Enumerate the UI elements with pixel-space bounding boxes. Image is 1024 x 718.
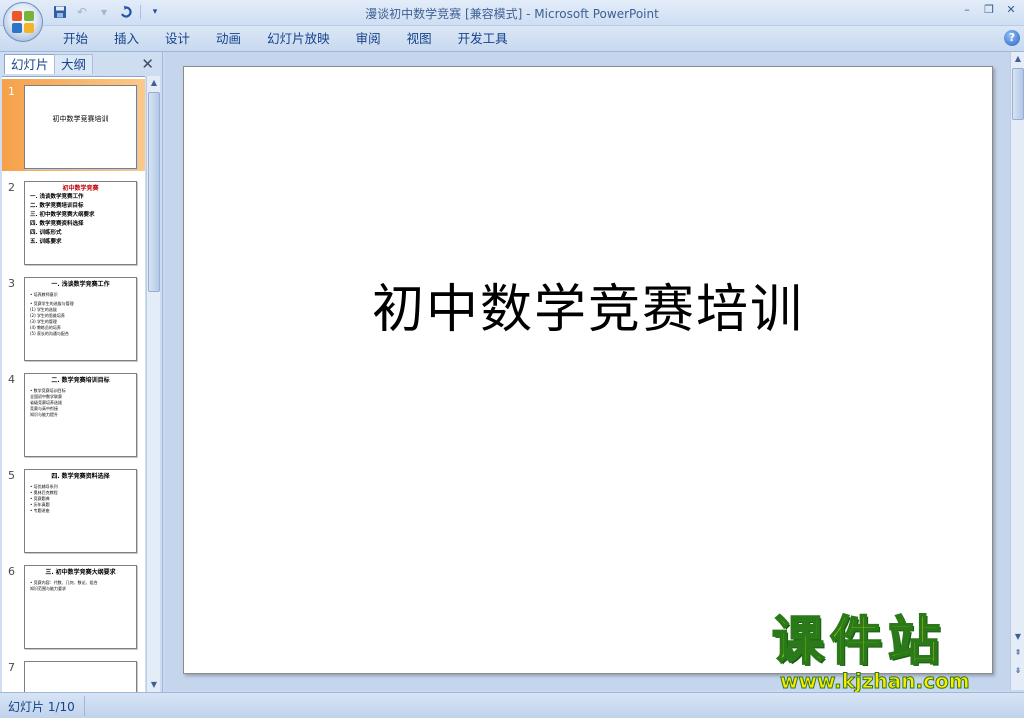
close-icon[interactable]: ✕ <box>1004 3 1018 17</box>
slide-number: 2 <box>8 181 15 194</box>
slide-number: 6 <box>8 565 15 578</box>
thumb-line: 四. 数学竞赛资料选择 <box>30 221 84 227</box>
slide-number: 5 <box>8 469 15 482</box>
thumb-line: 五. 训练要求 <box>30 239 62 245</box>
watermark-text: 课件站 <box>771 612 947 672</box>
close-panel-icon[interactable]: ✕ <box>141 55 154 73</box>
next-slide-icon[interactable]: ⇟ <box>1012 664 1024 678</box>
thumb-title: 四. 数学竞赛资料选择 <box>51 473 110 480</box>
slide-preview: 四. 数学竞赛资料选择 • 培优辅导系列 • 奥林匹克教程 • 竞赛题典 • 历… <box>24 469 137 553</box>
current-slide[interactable]: 初中数学竞赛培训 <box>183 66 993 674</box>
thumb-line: 四. 训练形式 <box>30 230 62 236</box>
scroll-up-icon[interactable]: ▲ <box>1012 52 1024 66</box>
thumb-title: 初中数学竞赛培训 <box>52 115 109 123</box>
minimize-icon[interactable]: – <box>960 3 974 17</box>
thumb-text: • 专题讲座 <box>30 508 50 513</box>
scroll-thumb[interactable] <box>148 92 160 292</box>
slide-thumbnail-4[interactable]: 4 二. 数学竞赛培训目标 • 数学竞赛培训目标 全国初中数学联赛 省级竞赛培养… <box>2 367 145 459</box>
slide-title[interactable]: 初中数学竞赛培训 <box>184 267 992 342</box>
thumb-line: 一. 浅谈数学竞赛工作 <box>30 194 84 200</box>
tab-animations[interactable]: 动画 <box>203 30 254 48</box>
thumb-line: 二. 数学竞赛培训目标 <box>30 203 84 209</box>
tab-outline[interactable]: 大纲 <box>54 54 94 74</box>
tab-developer[interactable]: 开发工具 <box>445 30 521 48</box>
slide-thumbnail-2[interactable]: 2 初中数学竞赛 一. 浅谈数学竞赛工作 二. 数学竞赛培训目标 三. 初中数学… <box>2 175 145 267</box>
thumb-text: 知识范围与能力要求 <box>30 586 66 591</box>
slide-preview: 初中数学竞赛培训 <box>24 85 137 169</box>
slide-preview: 一. 浅谈数学竞赛工作 • 培养教师意识 • 竞赛学生的选拔与管理 (1) 学生… <box>24 277 137 361</box>
tab-insert[interactable]: 插入 <box>101 30 152 48</box>
thumb-title: 初中数学竞赛 <box>62 185 99 192</box>
window-controls: – ❐ ✕ <box>960 3 1018 17</box>
tab-home[interactable]: 开始 <box>50 30 101 48</box>
panel-tabs: 幻灯片 大纲 <box>2 54 160 74</box>
thumb-text: 知识与能力提升 <box>30 412 58 417</box>
status-separator <box>84 696 85 716</box>
thumb-title: 一. 浅谈数学竞赛工作 <box>51 281 110 288</box>
slide-thumbnail-5[interactable]: 5 四. 数学竞赛资料选择 • 培优辅导系列 • 奥林匹克教程 • 竞赛题典 •… <box>2 463 145 555</box>
status-bar: 幻灯片 1/10 <box>0 692 1024 718</box>
scroll-thumb[interactable] <box>1012 68 1024 120</box>
thumb-text: • 培养教师意识 <box>30 292 58 297</box>
watermark-logo: 课件站 www.kjzhan.com <box>771 612 1004 694</box>
ribbon-tabs: 开始 插入 设计 动画 幻灯片放映 审阅 视图 开发工具 <box>50 30 521 48</box>
tab-design[interactable]: 设计 <box>152 30 203 48</box>
slide-preview <box>24 661 137 692</box>
editor-scrollbar[interactable]: ▲ ▼ ⇞ ⇟ <box>1010 52 1024 690</box>
thumb-text: (5) 家长的沟通与配合 <box>30 331 69 336</box>
slide-thumbnail-1[interactable]: 1 初中数学竞赛培训 <box>2 79 145 171</box>
slide-thumbnails: 1 初中数学竞赛培训 2 初中数学竞赛 一. 浅谈数学竞赛工作 二. 数学竞赛培… <box>2 76 145 692</box>
scroll-down-icon[interactable]: ▼ <box>1012 630 1024 644</box>
thumb-title: 三. 初中数学竞赛大纲要求 <box>45 569 116 576</box>
tab-view[interactable]: 视图 <box>394 30 445 48</box>
ribbon: 开始 插入 设计 动画 幻灯片放映 审阅 视图 开发工具 ? <box>0 26 1024 52</box>
office-button[interactable] <box>3 2 43 42</box>
slide-number: 4 <box>8 373 15 386</box>
office-logo-icon <box>12 11 34 33</box>
window-title: 漫谈初中数学竞赛 [兼容模式] - Microsoft PowerPoint <box>365 7 659 21</box>
slide-preview: 二. 数学竞赛培训目标 • 数学竞赛培训目标 全国初中数学联赛 省级竞赛培养选拔… <box>24 373 137 457</box>
tab-slideshow[interactable]: 幻灯片放映 <box>254 30 343 48</box>
scroll-up-icon[interactable]: ▲ <box>148 76 160 90</box>
thumb-title: 二. 数学竞赛培训目标 <box>51 377 110 384</box>
thumb-line: 三. 初中数学竞赛大纲要求 <box>30 212 95 218</box>
slide-number: 7 <box>8 661 15 674</box>
slide-preview: 三. 初中数学竞赛大纲要求 • 竞赛内容：代数、几何、数论、组合 知识范围与能力… <box>24 565 137 649</box>
slide-thumbnail-7[interactable]: 7 <box>2 655 145 692</box>
slide-thumbnail-6[interactable]: 6 三. 初中数学竞赛大纲要求 • 竞赛内容：代数、几何、数论、组合 知识范围与… <box>2 559 145 651</box>
restore-icon[interactable]: ❐ <box>982 3 996 17</box>
slide-indicator: 幻灯片 1/10 <box>8 700 75 714</box>
slides-panel: 幻灯片 大纲 ✕ 1 初中数学竞赛培训 2 初中数学竞赛 一. 浅谈数学竞赛工作… <box>0 52 163 692</box>
slide-number: 3 <box>8 277 15 290</box>
watermark-url: www.kjzhan.com <box>780 669 971 693</box>
slide-thumbnail-3[interactable]: 3 一. 浅谈数学竞赛工作 • 培养教师意识 • 竞赛学生的选拔与管理 (1) … <box>2 271 145 363</box>
title-bar: ↶ ▾ ▾ 漫谈初中数学竞赛 [兼容模式] - Microsoft PowerP… <box>0 0 1024 26</box>
thumbnails-scrollbar[interactable]: ▲ ▼ <box>146 76 160 692</box>
tab-slides[interactable]: 幻灯片 <box>4 54 56 74</box>
scroll-down-icon[interactable]: ▼ <box>148 678 160 692</box>
slide-editor: 初中数学竞赛培训 <box>165 52 1010 690</box>
slide-preview: 初中数学竞赛 一. 浅谈数学竞赛工作 二. 数学竞赛培训目标 三. 初中数学竞赛… <box>24 181 137 265</box>
slide-number: 1 <box>8 85 15 98</box>
help-icon[interactable]: ? <box>1004 30 1020 46</box>
tab-review[interactable]: 审阅 <box>343 30 394 48</box>
previous-slide-icon[interactable]: ⇞ <box>1012 646 1024 660</box>
